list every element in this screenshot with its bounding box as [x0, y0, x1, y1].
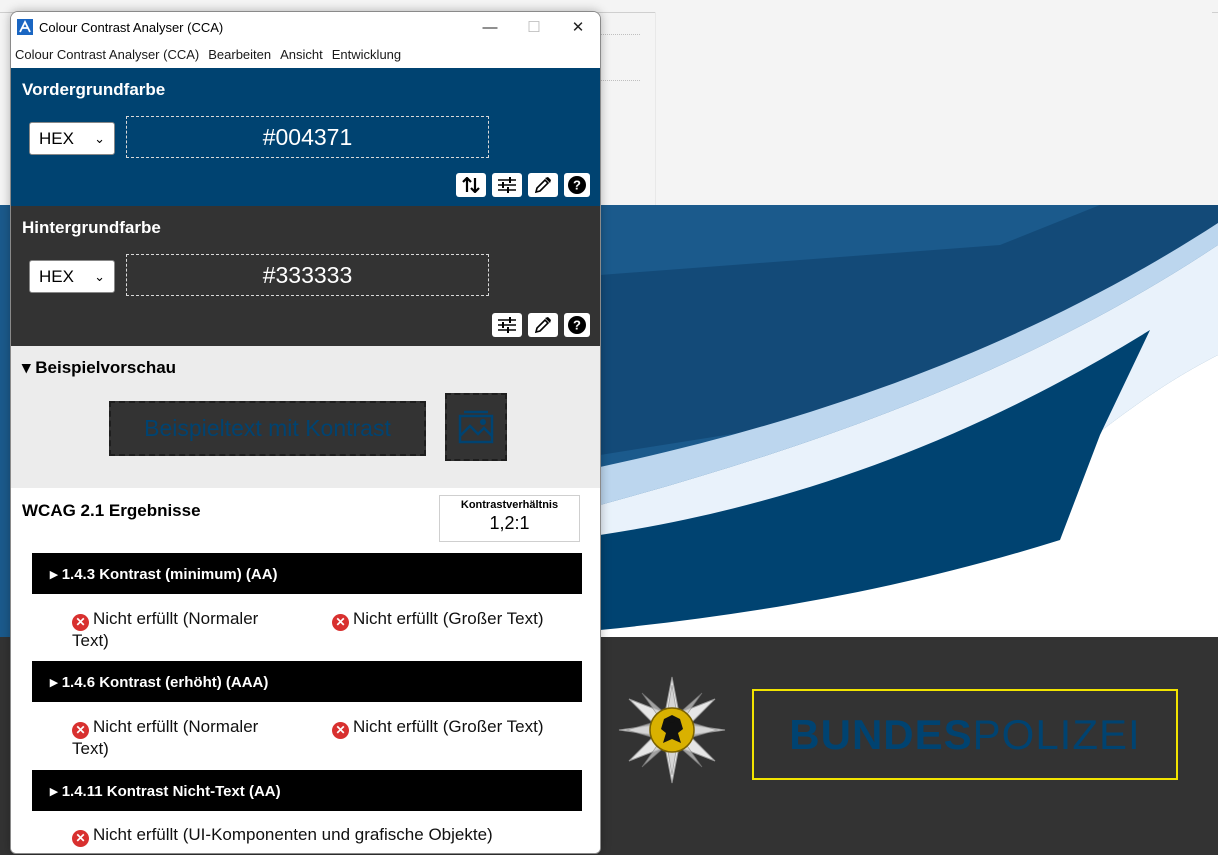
background-section: Hintergrundfarbe HEX ⌄ #333333 ?	[11, 206, 600, 346]
menu-item-bearbeiten[interactable]: Bearbeiten	[208, 47, 271, 62]
fail-icon: ✕	[72, 830, 89, 847]
window-title: Colour Contrast Analyser (CCA)	[39, 19, 224, 35]
result-label: Nicht erfüllt (Großer Text)	[353, 609, 544, 628]
sample-text-preview: Beispieltext mit Kontrast	[109, 401, 426, 456]
svg-text:?: ?	[573, 318, 581, 333]
result-large-text-1-4-6: ✕ Nicht erfüllt (Großer Text)	[332, 717, 544, 739]
background-format-select[interactable]: HEX ⌄	[29, 260, 115, 293]
header-panel	[655, 12, 1212, 205]
dotted-separator	[600, 80, 640, 81]
sliders-icon	[498, 177, 516, 193]
foreground-sliders-button[interactable]	[492, 173, 522, 197]
fail-icon: ✕	[72, 614, 89, 631]
result-ui-components-1-4-11: ✕ Nicht erfüllt (UI-Komponenten und grafi…	[72, 825, 493, 847]
result-normal-text-1-4-3: ✕ Nicht erfüllt (Normaler Text)	[72, 609, 304, 650]
result-label: Nicht erfüllt (Normaler	[93, 609, 259, 628]
contrast-ratio-value: 1,2:1	[489, 513, 530, 533]
police-star-emblem	[618, 676, 726, 784]
criterion-1-4-3-header[interactable]: ▸ 1.4.3 Kontrast (minimum) (AA)	[32, 553, 582, 594]
fail-icon: ✕	[332, 722, 349, 739]
cca-app-icon	[17, 19, 33, 35]
eyedropper-icon	[534, 177, 551, 194]
foreground-title: Vordergrundfarbe	[22, 80, 166, 99]
criterion-1-4-11-header[interactable]: ▸ 1.4.11 Kontrast Nicht-Text (AA)	[32, 770, 582, 811]
background-title: Hintergrundfarbe	[22, 218, 161, 237]
background-sliders-button[interactable]	[492, 313, 522, 337]
swap-icon	[462, 177, 480, 193]
result-label-cont: Text)	[72, 739, 109, 758]
contrast-ratio-label: Kontrastverhältnis	[460, 499, 559, 511]
chevron-down-icon: ⌄	[94, 131, 105, 146]
minimize-button[interactable]: —	[468, 12, 512, 42]
result-label: Nicht erfüllt (Großer Text)	[353, 717, 544, 736]
criterion-1-4-6-header[interactable]: ▸ 1.4.6 Kontrast (erhöht) (AAA)	[32, 661, 582, 702]
background-help-button[interactable]: ?	[564, 313, 590, 337]
fail-icon: ✕	[72, 722, 89, 739]
image-icon	[458, 410, 494, 444]
foreground-eyedropper-button[interactable]	[528, 173, 558, 197]
eyedropper-icon	[534, 317, 551, 334]
result-large-text-1-4-3: ✕ Nicht erfüllt (Großer Text)	[332, 609, 544, 631]
result-label: Nicht erfüllt (UI-Komponenten und grafis…	[93, 825, 493, 844]
brand-text-light: POLIZEI	[972, 710, 1141, 758]
svg-text:?: ?	[573, 178, 581, 193]
cca-window: Colour Contrast Analyser (CCA) — ☐ ✕ Col…	[10, 11, 601, 854]
swap-colors-button[interactable]	[456, 173, 486, 197]
results-title: WCAG 2.1 Ergebnisse	[22, 501, 201, 520]
foreground-section: Vordergrundfarbe HEX ⌄ #004371 ?	[11, 68, 600, 206]
result-normal-text-1-4-6: ✕ Nicht erfüllt (Normaler Text)	[72, 717, 304, 758]
fail-icon: ✕	[332, 614, 349, 631]
preview-section: ▾ Beispielvorschau Beispieltext mit Kont…	[11, 346, 600, 488]
foreground-help-button[interactable]: ?	[564, 173, 590, 197]
background-hex-input[interactable]: #333333	[126, 254, 489, 296]
menu-item-entwicklung[interactable]: Entwicklung	[332, 47, 401, 62]
chevron-down-icon: ⌄	[94, 269, 105, 284]
help-icon: ?	[568, 316, 586, 334]
contrast-ratio-box: Kontrastverhältnis 1,2:1	[439, 495, 580, 542]
result-label: Nicht erfüllt (Normaler	[93, 717, 259, 736]
menu-item-ansicht[interactable]: Ansicht	[280, 47, 323, 62]
background-toolbar: ?	[492, 313, 590, 337]
dotted-separator	[600, 34, 640, 35]
sliders-icon	[498, 317, 516, 333]
background-eyedropper-button[interactable]	[528, 313, 558, 337]
result-label-cont: Text)	[72, 631, 109, 650]
bundespolizei-logo-box: BUNDES POLIZEI	[752, 689, 1178, 780]
menu-bar: Colour Contrast Analyser (CCA) Bearbeite…	[11, 42, 600, 66]
sample-icon-preview	[445, 393, 507, 461]
title-bar[interactable]: Colour Contrast Analyser (CCA) — ☐ ✕	[11, 12, 600, 42]
brand-text-bold: BUNDES	[789, 710, 973, 758]
foreground-hex-input[interactable]: #004371	[126, 116, 489, 158]
wcag-results-section: WCAG 2.1 Ergebnisse Kontrastverhältnis 1…	[11, 488, 600, 853]
foreground-toolbar: ?	[456, 173, 590, 197]
preview-toggle[interactable]: ▾ Beispielvorschau	[22, 358, 176, 378]
background-format-value: HEX	[39, 266, 74, 286]
help-icon: ?	[568, 176, 586, 194]
maximize-button[interactable]: ☐	[512, 12, 556, 42]
menu-item-app[interactable]: Colour Contrast Analyser (CCA)	[15, 47, 199, 62]
close-button[interactable]: ✕	[556, 12, 600, 42]
foreground-format-value: HEX	[39, 128, 74, 148]
foreground-format-select[interactable]: HEX ⌄	[29, 122, 115, 155]
